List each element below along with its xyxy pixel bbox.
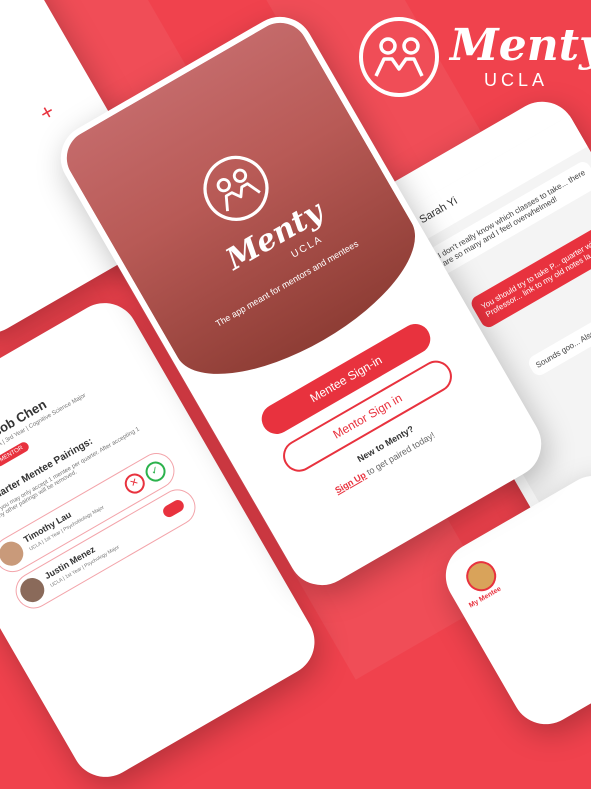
mentee-avatar [0,537,28,571]
brand-school: UCLA [484,70,549,90]
signup-link[interactable]: Sign Up [333,470,367,496]
add-icon[interactable]: + [35,98,59,127]
brand-name: Menty [450,20,591,71]
contact-name: Sarah Yi [417,195,460,227]
brand-logo: Menty UCLA [356,12,591,102]
people-logo-icon [359,17,439,97]
toggle-switch[interactable] [160,497,186,520]
reject-icon[interactable]: ✕ [121,469,149,498]
mentee-avatar [15,573,49,607]
accept-icon[interactable]: ✓ [141,457,170,486]
